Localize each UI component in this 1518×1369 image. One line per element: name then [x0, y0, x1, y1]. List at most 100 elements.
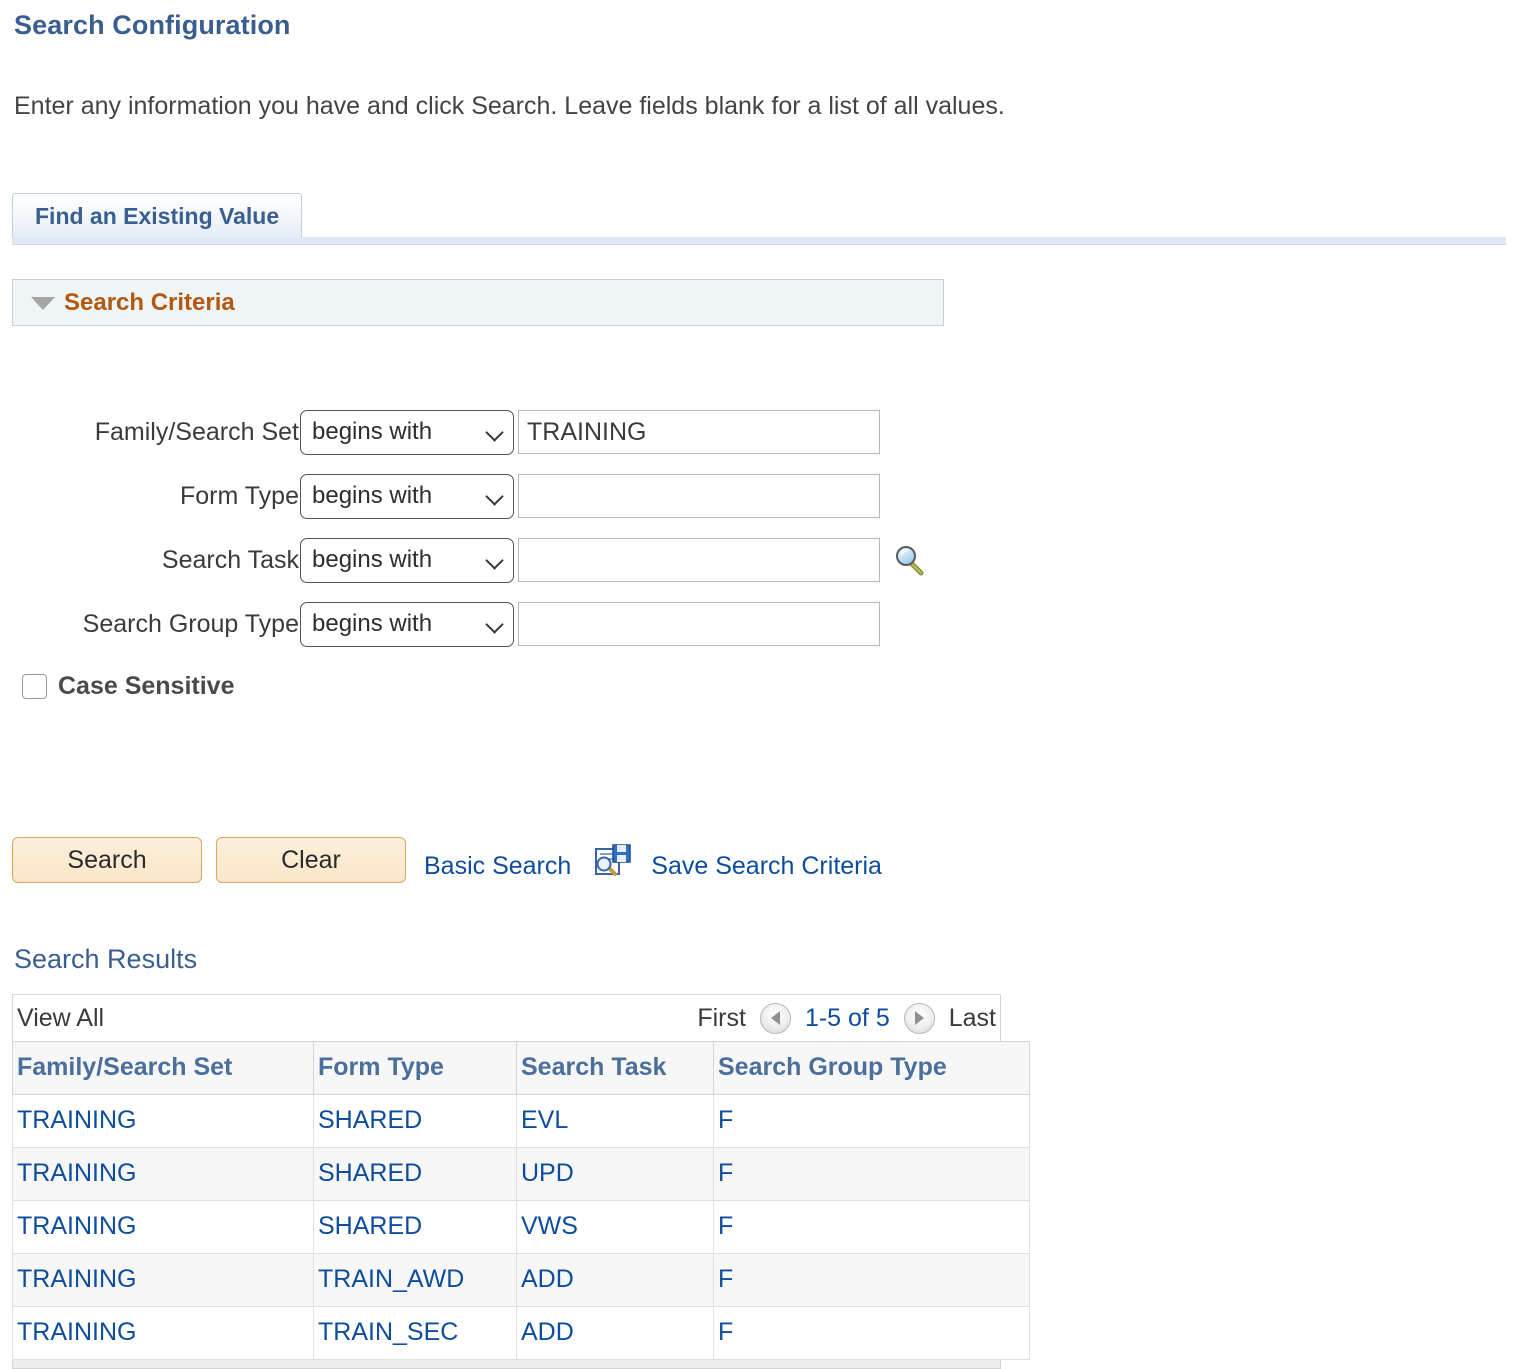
field-row-form-type: Form Type begins with [0, 472, 928, 520]
result-link[interactable]: F [718, 1106, 733, 1134]
label-search-group-type: Search Group Type [82, 609, 299, 638]
cell-family-search-set: TRAINING [12, 1306, 314, 1360]
result-link[interactable]: F [718, 1265, 733, 1293]
cell-search-group-type: F [713, 1147, 1030, 1201]
search-results-title: Search Results [14, 944, 198, 974]
result-link[interactable]: TRAIN_AWD [318, 1265, 464, 1293]
action-bar: Search Clear Basic Search Save Search Cr… [12, 837, 882, 883]
operator-select-search-task[interactable]: begins with [300, 537, 514, 583]
cell-search-task: ADD [516, 1306, 714, 1360]
tab-strip-rule [12, 237, 1506, 245]
result-link[interactable]: TRAINING [17, 1106, 136, 1134]
result-link[interactable]: TRAINING [17, 1212, 136, 1240]
cell-form-type: TRAIN_AWD [313, 1253, 517, 1307]
operator-value: begins with [312, 610, 433, 637]
triangle-right-icon[interactable] [903, 1002, 935, 1034]
triangle-down-icon[interactable] [31, 297, 55, 310]
operator-select-search-group-type[interactable]: begins with [300, 601, 514, 647]
table-body: TRAINING SHARED EVL F TRAINING SHARED UP… [12, 1094, 1030, 1360]
field-row-search-group-type: Search Group Type begins with [0, 600, 928, 648]
result-link[interactable]: TRAINING [17, 1318, 136, 1346]
save-search-criteria-link[interactable]: Save Search Criteria [651, 852, 882, 881]
input-family-search-set[interactable] [518, 410, 880, 454]
clear-button[interactable]: Clear [216, 837, 406, 883]
first-page-label[interactable]: First [697, 1004, 746, 1033]
label-family-search-set: Family/Search Set [94, 417, 299, 446]
results-pagination-bar: View All First 1-5 of 5 Last [12, 994, 1001, 1041]
result-link[interactable]: TRAINING [17, 1159, 136, 1187]
pagination-controls: First 1-5 of 5 Last [697, 1002, 998, 1034]
tab-find-an-existing-value[interactable]: Find an Existing Value [12, 193, 303, 238]
result-link[interactable]: ADD [521, 1318, 574, 1346]
column-header-search-task[interactable]: Search Task [516, 1041, 714, 1095]
table-header-row: Family/Search Set Form Type Search Task … [12, 1041, 1030, 1095]
operator-value: begins with [312, 482, 433, 509]
chevron-down-icon [487, 552, 503, 568]
table-row[interactable]: TRAINING TRAIN_SEC ADD F [12, 1306, 1030, 1360]
triangle-left-icon[interactable] [759, 1002, 791, 1034]
chevron-down-icon [487, 616, 503, 632]
cell-family-search-set: TRAINING [12, 1200, 314, 1254]
chevron-down-icon [487, 488, 503, 504]
result-link[interactable]: SHARED [318, 1159, 422, 1187]
result-link[interactable]: UPD [521, 1159, 574, 1187]
tab-strip: Find an Existing Value [12, 193, 1506, 245]
result-link[interactable]: SHARED [318, 1212, 422, 1240]
label-form-type: Form Type [179, 481, 299, 510]
result-link[interactable]: EVL [521, 1106, 568, 1134]
case-sensitive-row[interactable]: Case Sensitive [22, 672, 235, 701]
input-form-type[interactable] [518, 474, 880, 518]
results-range-label: 1-5 of 5 [804, 1003, 890, 1032]
result-link[interactable]: F [718, 1159, 733, 1187]
cell-search-group-type: F [713, 1200, 1030, 1254]
search-results-table: Family/Search Set Form Type Search Task … [12, 1041, 1030, 1360]
search-criteria-form: Family/Search Set begins with Form Type … [0, 408, 928, 664]
field-row-family-search-set: Family/Search Set begins with [0, 408, 928, 456]
magnifier-lookup-icon[interactable] [892, 542, 928, 578]
tab-label: Find an Existing Value [35, 202, 280, 229]
column-header-search-group-type[interactable]: Search Group Type [713, 1041, 1030, 1095]
operator-select-form-type[interactable]: begins with [300, 473, 514, 519]
result-link[interactable]: TRAINING [17, 1265, 136, 1293]
basic-search-link[interactable]: Basic Search [424, 852, 571, 881]
cell-family-search-set: TRAINING [12, 1094, 314, 1148]
cell-family-search-set: TRAINING [12, 1147, 314, 1201]
cell-search-group-type: F [713, 1253, 1030, 1307]
chevron-down-icon [487, 424, 503, 440]
result-link[interactable]: F [718, 1212, 733, 1240]
column-header-form-type[interactable]: Form Type [313, 1041, 517, 1095]
column-header-family-search-set[interactable]: Family/Search Set [12, 1041, 314, 1095]
table-row[interactable]: TRAINING SHARED VWS F [12, 1200, 1030, 1254]
cell-search-task: EVL [516, 1094, 714, 1148]
table-row[interactable]: TRAINING SHARED UPD F [12, 1147, 1030, 1201]
cell-form-type: SHARED [313, 1147, 517, 1201]
cell-search-task: UPD [516, 1147, 714, 1201]
last-page-label[interactable]: Last [949, 1004, 996, 1033]
result-link[interactable]: F [718, 1318, 733, 1346]
search-criteria-label: Search Criteria [64, 288, 235, 316]
cell-search-task: VWS [516, 1200, 714, 1254]
cell-family-search-set: TRAINING [12, 1253, 314, 1307]
table-row[interactable]: TRAINING SHARED EVL F [12, 1094, 1030, 1148]
result-link[interactable]: SHARED [318, 1106, 422, 1134]
case-sensitive-label: Case Sensitive [58, 672, 235, 700]
page-instructions: Enter any information you have and click… [14, 92, 1005, 120]
page-title: Search Configuration [14, 10, 291, 40]
operator-value: begins with [312, 546, 433, 573]
result-link[interactable]: VWS [521, 1212, 578, 1240]
search-button[interactable]: Search [12, 837, 202, 883]
case-sensitive-checkbox[interactable] [22, 674, 47, 699]
label-search-task: Search Task [161, 545, 299, 574]
table-row[interactable]: TRAINING TRAIN_AWD ADD F [12, 1253, 1030, 1307]
input-search-task[interactable] [518, 538, 880, 582]
operator-select-family-search-set[interactable]: begins with [300, 409, 514, 455]
view-all-link[interactable]: View All [17, 1004, 104, 1033]
cell-form-type: SHARED [313, 1200, 517, 1254]
result-link[interactable]: ADD [521, 1265, 574, 1293]
cell-search-task: ADD [516, 1253, 714, 1307]
result-link[interactable]: TRAIN_SEC [318, 1318, 458, 1346]
save-search-icon[interactable] [593, 842, 633, 882]
input-search-group-type[interactable] [518, 602, 880, 646]
cell-form-type: TRAIN_SEC [313, 1306, 517, 1360]
search-criteria-header[interactable]: Search Criteria [12, 279, 944, 326]
